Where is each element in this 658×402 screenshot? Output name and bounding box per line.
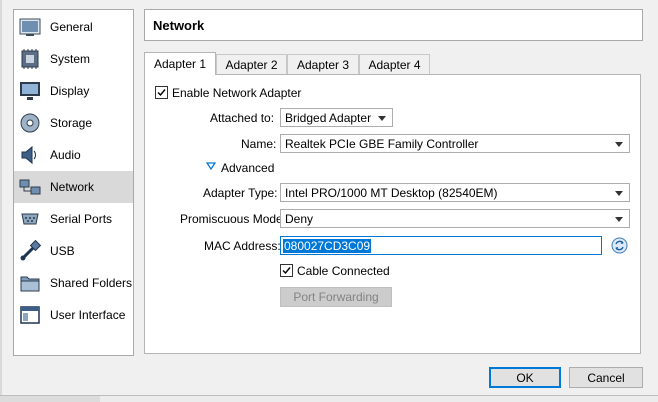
settings-sidebar: General System Display Storage Audio Net…: [13, 9, 134, 356]
sidebar-item-label: Network: [50, 180, 95, 194]
sidebar-item-label: General: [50, 20, 93, 34]
sidebar-item-audio[interactable]: Audio: [14, 139, 133, 171]
chevron-down-icon: [615, 142, 623, 147]
sidebar-item-network[interactable]: Network: [14, 171, 133, 203]
mac-address-field[interactable]: 080027CD3C09: [280, 236, 602, 255]
tab-adapter-1[interactable]: Adapter 1: [144, 52, 216, 75]
promiscuous-mode-select[interactable]: Deny: [280, 209, 630, 228]
attached-to-label: Attached to:: [210, 111, 275, 125]
system-icon: [21, 49, 39, 69]
sidebar-item-serial-ports[interactable]: Serial Ports: [14, 203, 133, 235]
checkmark-icon: [282, 267, 291, 275]
promiscuous-mode-label: Promiscuous Mode:: [180, 212, 287, 226]
adapter-type-label: Adapter Type:: [203, 186, 278, 200]
chevron-down-icon: [615, 217, 623, 222]
adapter-name-select[interactable]: Realtek PCIe GBE Family Controller: [280, 134, 630, 153]
chevron-down-icon: [615, 191, 623, 196]
sidebar-item-system[interactable]: System: [14, 43, 133, 75]
general-icon: [19, 18, 41, 36]
adapter-name-value: Realtek PCIe GBE Family Controller: [285, 137, 479, 151]
attached-to-select[interactable]: Bridged Adapter: [280, 108, 393, 127]
checkmark-icon: [157, 89, 166, 97]
sidebar-item-user-interface[interactable]: User Interface: [14, 299, 133, 331]
port-forwarding-button[interactable]: Port Forwarding: [280, 287, 392, 307]
sidebar-item-label: System: [50, 52, 91, 66]
promiscuous-mode-value: Deny: [285, 212, 314, 226]
sidebar-item-label: USB: [50, 244, 75, 258]
tab-adapter-2[interactable]: Adapter 2: [216, 54, 287, 75]
network-icon: [19, 179, 41, 195]
tab-adapter-4[interactable]: Adapter 4: [359, 54, 430, 75]
sidebar-item-label: Audio: [50, 148, 81, 162]
name-label: Name:: [241, 137, 277, 151]
audio-icon: [21, 145, 36, 165]
page-title: Network: [153, 18, 205, 33]
adapter-type-value: Intel PRO/1000 MT Desktop (82540EM): [285, 186, 498, 200]
sidebar-item-label: User Interface: [50, 308, 126, 322]
attached-to-value: Bridged Adapter: [285, 111, 372, 125]
sidebar-item-storage[interactable]: Storage: [14, 107, 133, 139]
cable-connected-label: Cable Connected: [297, 264, 390, 278]
cancel-button[interactable]: Cancel: [569, 367, 643, 388]
mac-address-label: MAC Address:: [204, 239, 281, 253]
mac-address-value: 080027CD3C09: [283, 239, 372, 253]
sidebar-item-general[interactable]: General: [14, 11, 133, 43]
advanced-toggle[interactable]: Advanced: [221, 161, 274, 175]
sidebar-item-display[interactable]: Display: [14, 75, 133, 107]
chevron-down-icon: [378, 116, 386, 121]
sidebar-item-usb[interactable]: USB: [14, 235, 133, 267]
usb-icon: [20, 240, 41, 261]
adapter-type-select[interactable]: Intel PRO/1000 MT Desktop (82540EM): [280, 183, 630, 202]
ok-button[interactable]: OK: [489, 367, 561, 388]
sidebar-item-label: Serial Ports: [50, 212, 113, 226]
refresh-mac-icon[interactable]: [611, 237, 628, 254]
cable-connected-checkbox[interactable]: [280, 264, 293, 277]
shared-folders-icon: [20, 276, 40, 292]
enable-adapter-label: Enable Network Adapter: [172, 86, 302, 100]
advanced-expand-icon[interactable]: [206, 162, 216, 171]
tab-adapter-3[interactable]: Adapter 3: [287, 54, 359, 75]
sidebar-item-label: Display: [50, 84, 90, 98]
sidebar-item-shared-folders[interactable]: Shared Folders: [14, 267, 133, 299]
page-title-box: Network: [144, 9, 643, 41]
display-icon: [20, 82, 40, 100]
enable-adapter-checkbox[interactable]: [155, 86, 168, 99]
storage-icon: [20, 113, 40, 133]
sidebar-item-label: Storage: [50, 116, 93, 130]
sidebar-item-label: Shared Folders: [50, 276, 133, 290]
serial-ports-icon: [21, 213, 39, 225]
user-interface-icon: [20, 306, 40, 324]
